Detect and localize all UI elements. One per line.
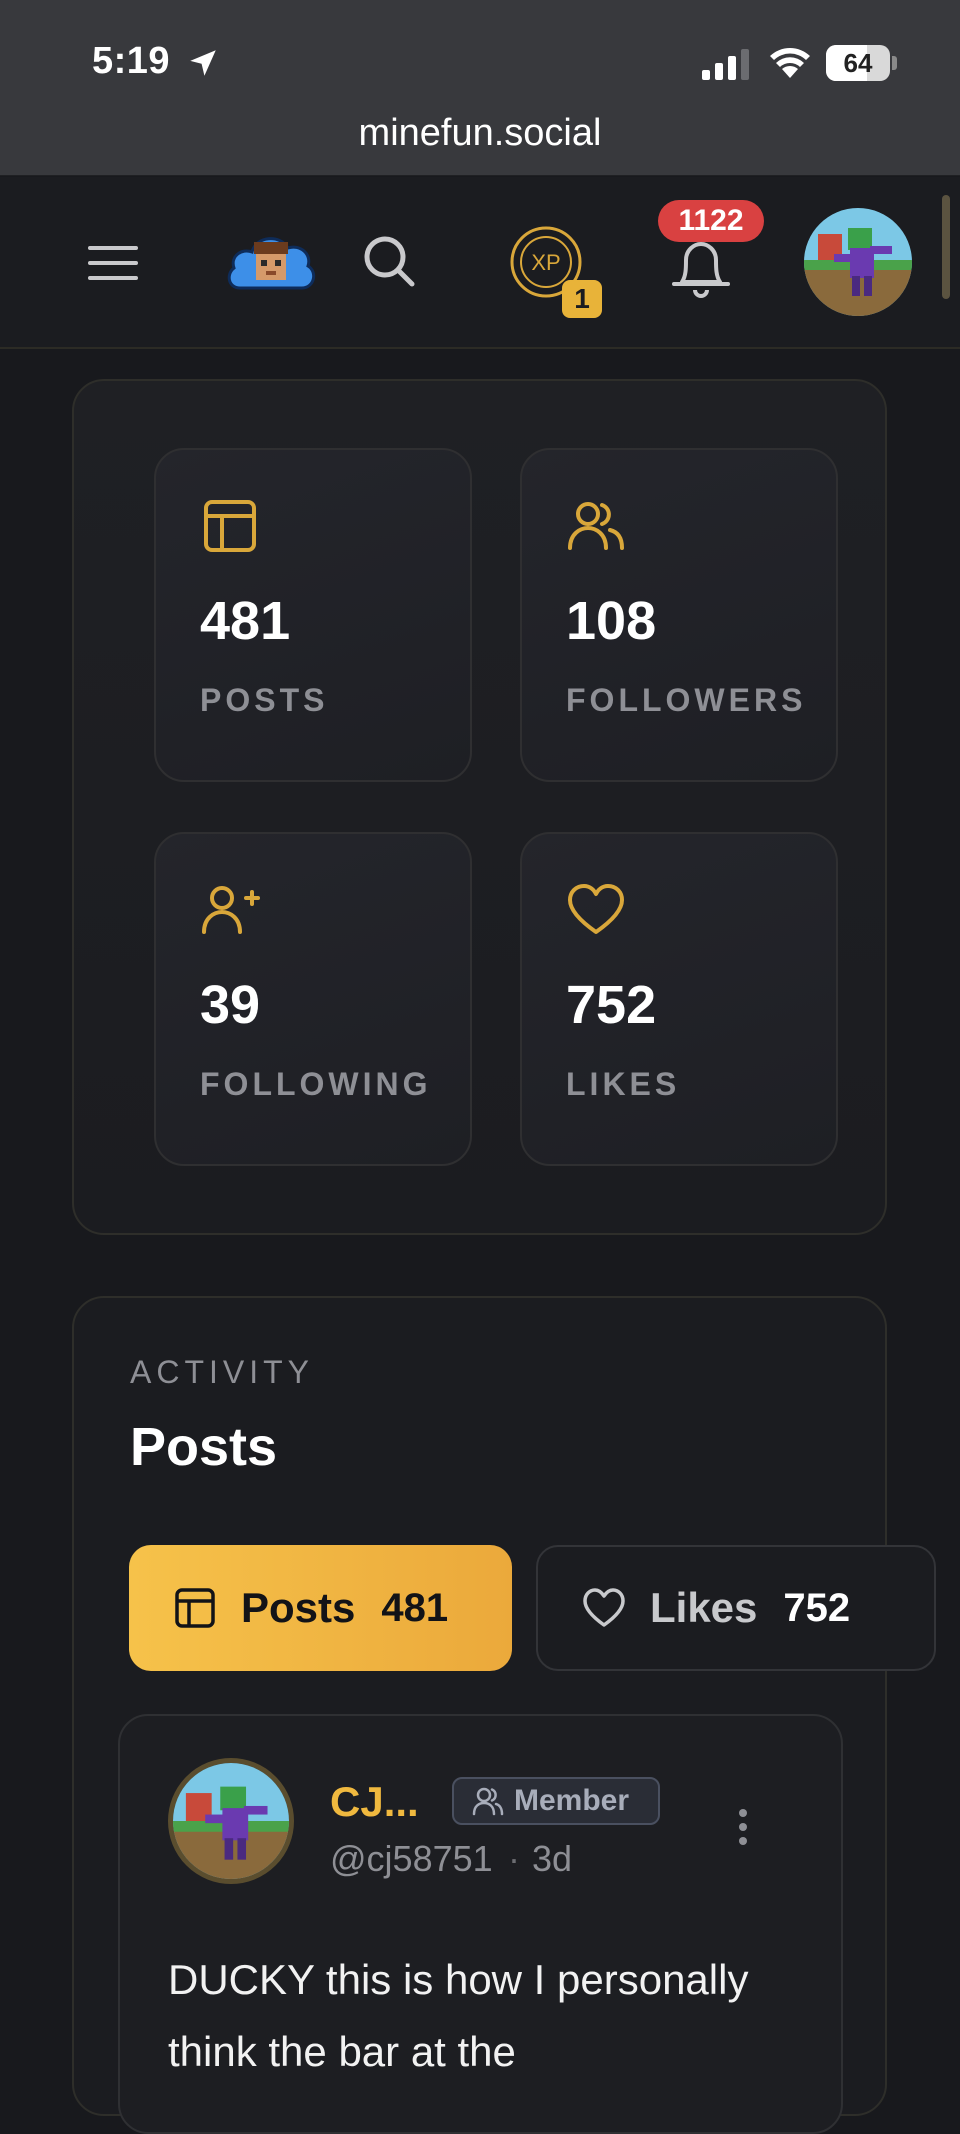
user-avatar[interactable] [804, 208, 912, 316]
notifications-badge: 1122 [658, 200, 764, 242]
location-arrow-icon [190, 50, 216, 76]
search-icon[interactable] [362, 234, 416, 288]
tab-count: 481 [381, 1585, 449, 1630]
users-icon [472, 1787, 504, 1816]
stat-tile-following[interactable]: 39 FOLLOWING [154, 832, 472, 1166]
activity-eyebrow: ACTIVITY [130, 1354, 315, 1390]
member-label: Member [514, 1784, 630, 1817]
heart-icon [568, 884, 624, 934]
post-author-handle[interactable]: @cj58751 [330, 1838, 493, 1880]
wifi-icon [770, 48, 810, 78]
post-author-name[interactable]: CJ... [330, 1778, 419, 1826]
xp-label: XP [531, 250, 560, 275]
cellular-signal-icon [702, 49, 749, 80]
address-bar-url[interactable]: minefun.social [0, 112, 960, 155]
stat-label: LIKES [566, 1066, 681, 1102]
meta-separator: · [508, 1838, 520, 1879]
stat-label: FOLLOWING [200, 1066, 432, 1102]
member-badge: Member [452, 1777, 660, 1825]
tab-label: Likes [650, 1584, 758, 1631]
layout-icon [175, 1588, 215, 1628]
post-body-text: DUCKY this is how I personally think the… [168, 1956, 749, 2075]
users-icon [568, 502, 624, 550]
tab-posts[interactable]: Posts 481 [129, 1545, 512, 1671]
stat-tile-likes[interactable]: 752 LIKES [520, 832, 838, 1166]
menu-icon[interactable] [86, 240, 140, 286]
post-author-avatar[interactable] [168, 1758, 294, 1884]
stat-value: 481 [200, 591, 291, 651]
tab-label: Posts [241, 1584, 356, 1631]
stat-value: 39 [200, 975, 261, 1035]
activity-title: Posts [130, 1417, 278, 1477]
minefun-logo-icon[interactable] [226, 226, 316, 298]
heart-icon [583, 1588, 625, 1627]
user-plus-icon [202, 886, 260, 934]
page-scrollbar[interactable] [942, 195, 950, 299]
stat-tile-posts[interactable]: 481 POSTS [154, 448, 472, 782]
post-timestamp: 3d [532, 1838, 573, 1879]
stat-tile-followers[interactable]: 108 FOLLOWERS [520, 448, 838, 782]
tab-likes[interactable]: Likes 752 [536, 1545, 936, 1671]
bell-icon[interactable] [668, 238, 734, 298]
more-options-icon[interactable] [728, 1806, 758, 1848]
tab-count: 752 [783, 1585, 851, 1630]
stat-value: 108 [566, 591, 657, 651]
battery-indicator: 64 [826, 45, 897, 81]
layout-icon [204, 500, 256, 552]
battery-percent: 64 [843, 48, 873, 78]
stat-value: 752 [566, 975, 657, 1035]
stat-label: POSTS [200, 682, 329, 718]
xp-badge: 1 [562, 280, 602, 318]
status-time: 5:19 [92, 40, 171, 82]
stat-label: FOLLOWERS [566, 682, 807, 718]
